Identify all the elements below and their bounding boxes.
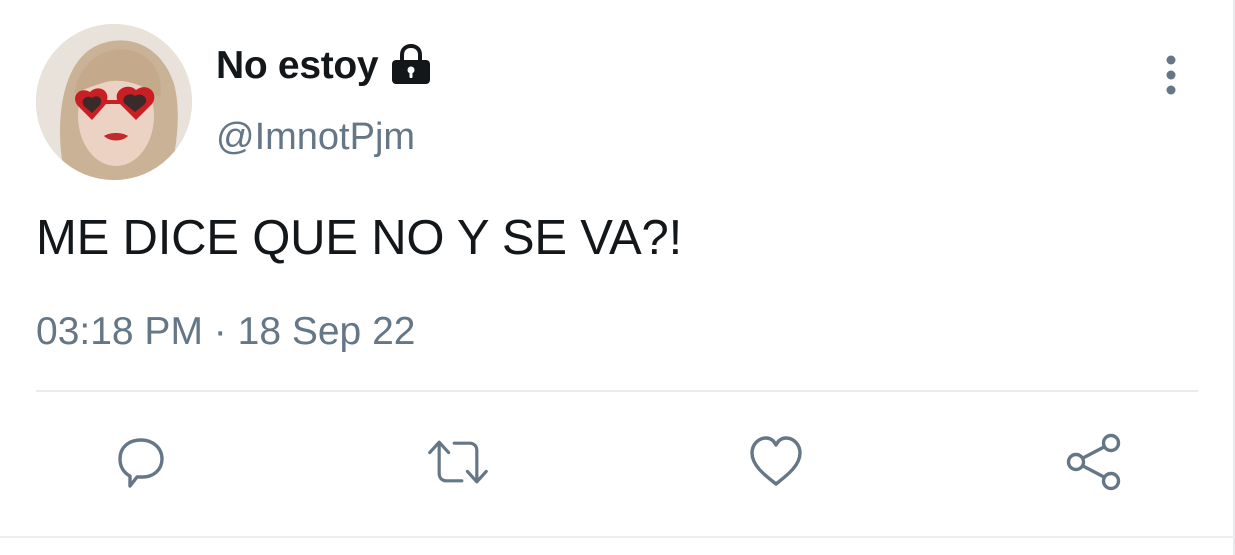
avatar[interactable] [36, 24, 192, 180]
retweet-button[interactable] [426, 430, 490, 494]
like-button[interactable] [744, 430, 808, 494]
divider [36, 390, 1198, 392]
avatar-photo [36, 24, 192, 180]
retweet-icon [428, 440, 488, 484]
share-button[interactable] [1062, 430, 1126, 494]
bottom-divider [0, 536, 1235, 538]
display-name[interactable]: No estoy [216, 44, 379, 88]
reply-icon [118, 438, 164, 488]
more-vertical-icon[interactable] [1156, 54, 1186, 96]
tweet-date: 18 Sep 22 [237, 310, 416, 353]
lock-icon [388, 41, 434, 87]
reply-button[interactable] [108, 430, 172, 494]
tweet-time: 03:18 PM [36, 310, 203, 353]
tweet-card: No estoy @ImnotPjm ME DICE QUE NO Y SE V… [0, 0, 1235, 555]
meta-separator: · [213, 310, 227, 353]
user-handle[interactable]: @ImnotPjm [216, 116, 415, 159]
tweet-timestamp: 03:18 PM · 18 Sep 22 [36, 310, 415, 354]
user-name-row: No estoy [216, 41, 434, 88]
heart-icon [750, 436, 802, 486]
tweet-text: ME DICE QUE NO Y SE VA?! [36, 211, 683, 265]
share-icon [1066, 433, 1121, 491]
